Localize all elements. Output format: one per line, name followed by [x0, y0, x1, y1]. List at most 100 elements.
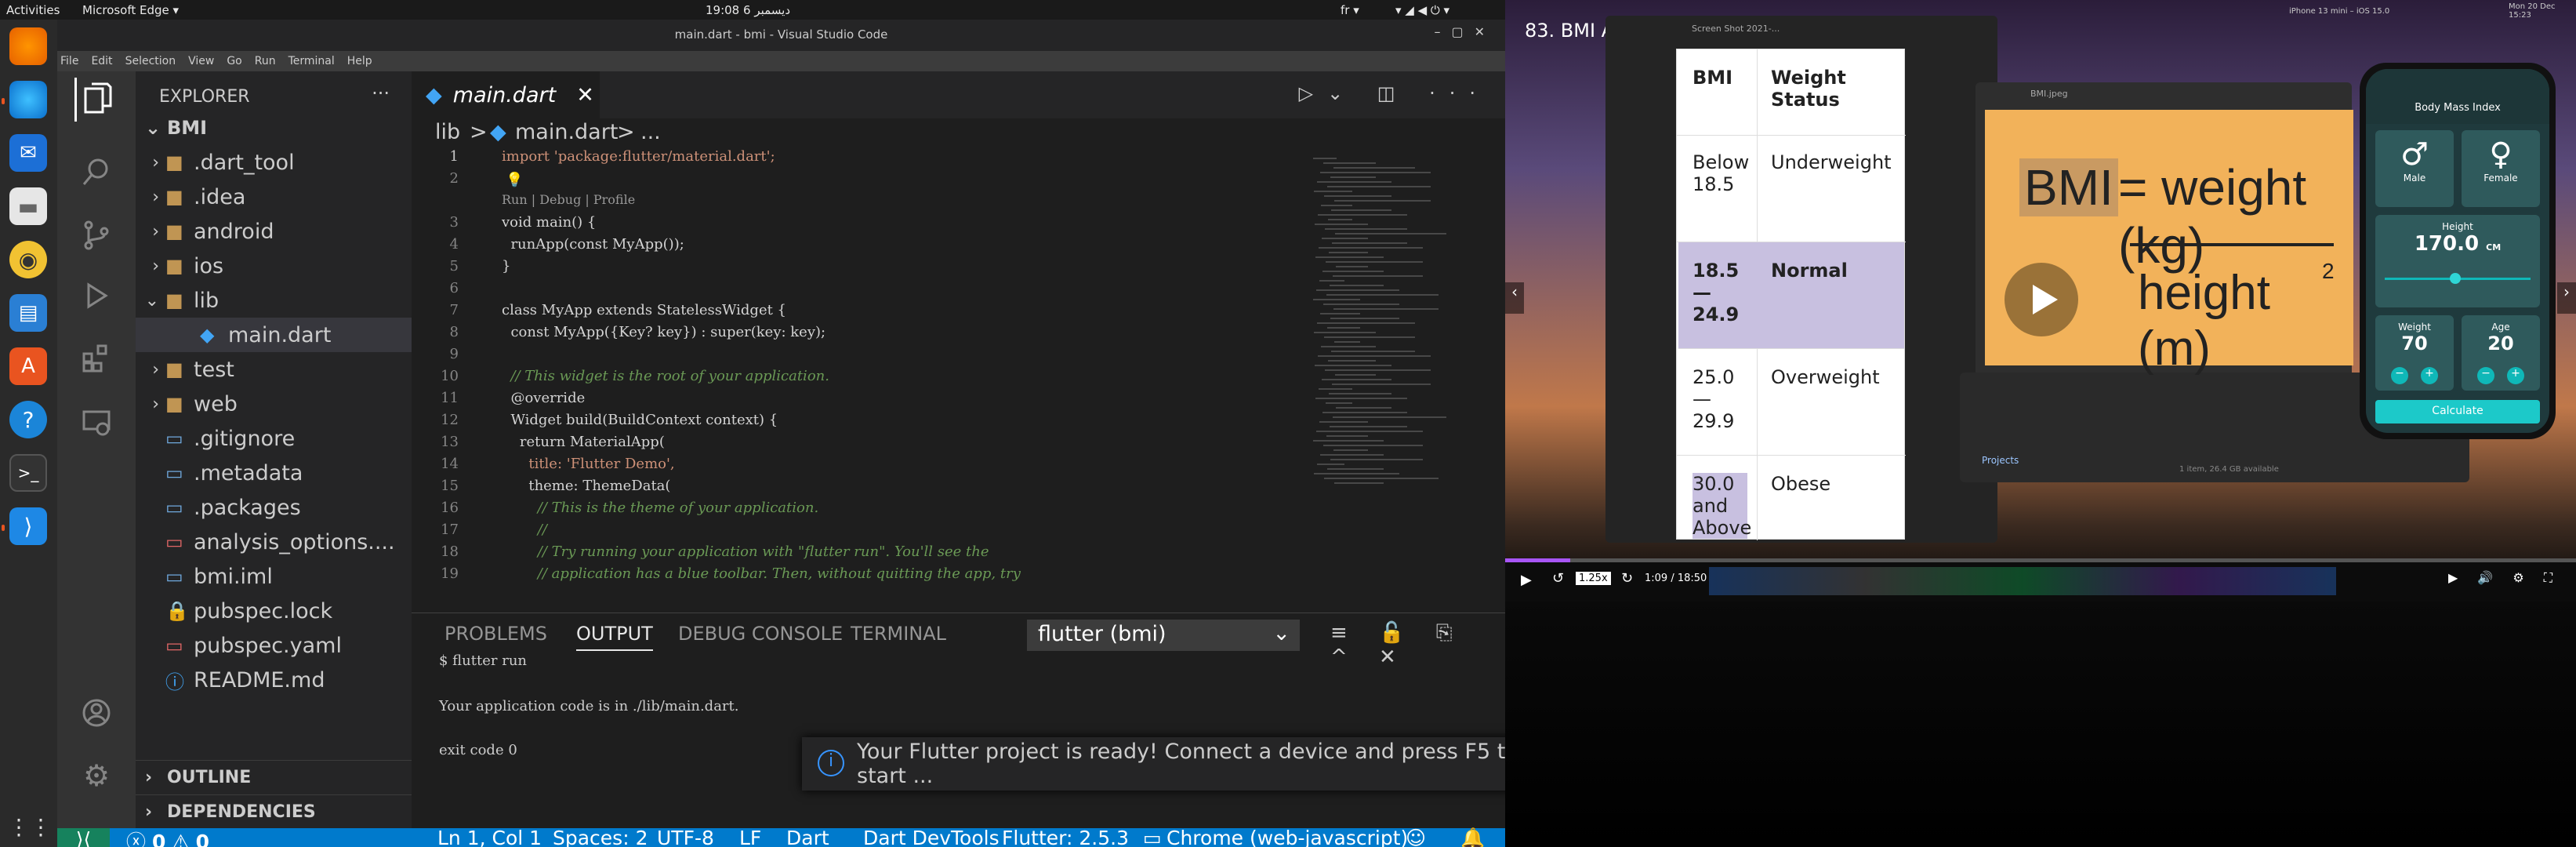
breadcrumb-lib[interactable]: lib: [435, 120, 460, 144]
menu-item[interactable]: View: [188, 55, 214, 67]
video-settings-icons[interactable]: ▶ 🔊 ⚙ ⛶: [2448, 570, 2560, 586]
panel-tab[interactable]: DEBUG CONSOLE: [678, 623, 843, 645]
remote-indicator-icon[interactable]: ⟩⟨: [57, 828, 110, 847]
files-icon[interactable]: ▬: [9, 187, 47, 225]
indentation[interactable]: Spaces: 2: [553, 827, 648, 847]
calculate-button[interactable]: Calculate: [2375, 400, 2540, 424]
panel-tab[interactable]: OUTPUT: [576, 623, 653, 651]
tree-item[interactable]: › ■ web: [136, 387, 412, 421]
firefox-icon[interactable]: [9, 27, 47, 65]
tree-item[interactable]: › ■ .idea: [136, 180, 412, 214]
workspace-root[interactable]: ⌄ BMI: [136, 111, 412, 145]
panel-actions[interactable]: ≡ 🔓 ⎘ ^ ✕: [1330, 621, 1505, 669]
notification-toast[interactable]: i Your Flutter project is ready! Connect…: [802, 737, 1519, 791]
forward-icon[interactable]: ↻: [1621, 570, 1633, 587]
age-plus-button[interactable]: +: [2507, 367, 2524, 384]
remote-explorer-icon[interactable]: [74, 401, 118, 445]
tree-item[interactable]: ⌄ ■ lib: [136, 283, 412, 318]
play-button-icon[interactable]: ▶: [1521, 572, 1532, 588]
end-of-line[interactable]: LF: [739, 827, 761, 847]
rhythmbox-icon[interactable]: ◉: [9, 241, 47, 278]
dependencies-section[interactable]: › DEPENDENCIES: [136, 794, 412, 829]
menu-item[interactable]: Run: [255, 55, 276, 67]
editor-actions[interactable]: ▷⌄ ◫ ···: [1299, 82, 1489, 104]
panel-tab[interactable]: TERMINAL: [851, 623, 946, 645]
breadcrumb-symbol[interactable]: ...: [640, 120, 661, 144]
age-minus-button[interactable]: −: [2477, 367, 2494, 384]
male-card[interactable]: ♂ Male: [2375, 130, 2454, 207]
weight-minus-button[interactable]: −: [2391, 367, 2408, 384]
tree-item[interactable]: › ■ android: [136, 214, 412, 249]
female-card[interactable]: ♀ Female: [2462, 130, 2540, 207]
codelens[interactable]: Run | Debug | Profile: [502, 192, 635, 207]
menu-item[interactable]: Help: [347, 55, 372, 67]
tree-item[interactable]: › ■ test: [136, 352, 412, 387]
close-tab-icon[interactable]: ✕: [576, 83, 594, 107]
activities-button[interactable]: Activities: [6, 3, 60, 17]
encoding[interactable]: UTF-8: [657, 827, 714, 847]
help-icon[interactable]: ?: [9, 401, 47, 438]
outline-section[interactable]: › OUTLINE: [136, 760, 412, 794]
height-slider-thumb[interactable]: [2450, 273, 2461, 284]
prev-arrow-icon[interactable]: ‹: [1505, 282, 1524, 314]
lightbulb-icon[interactable]: 💡: [506, 172, 523, 188]
tree-item[interactable]: ▭ .packages: [136, 490, 412, 525]
tree-item[interactable]: ▭ bmi.iml: [136, 559, 412, 594]
menu-item[interactable]: Selection: [125, 55, 176, 67]
window-controls[interactable]: –▢✕: [1434, 24, 1496, 39]
tree-item[interactable]: ⓘ README.md: [136, 663, 412, 697]
source-control-icon[interactable]: [74, 213, 118, 256]
vscode-icon[interactable]: ⟩: [9, 507, 47, 545]
menu-item[interactable]: Terminal: [288, 55, 335, 67]
input-language[interactable]: fr ▾: [1341, 3, 1359, 17]
extensions-icon[interactable]: [74, 336, 118, 380]
manage-gear-icon[interactable]: ⚙: [74, 754, 118, 798]
accounts-icon[interactable]: [74, 691, 118, 735]
weight-plus-button[interactable]: +: [2421, 367, 2438, 384]
problems-indicator[interactable]: ⓧ 0 ⚠ 0: [126, 827, 209, 847]
language-mode[interactable]: Dart: [786, 827, 829, 847]
flutter-version[interactable]: Flutter: 2.5.3: [1002, 827, 1129, 847]
run-debug-icon[interactable]: [74, 274, 118, 318]
tree-item[interactable]: ◆ main.dart: [136, 318, 412, 352]
explorer-more-icon[interactable]: ···: [372, 82, 390, 104]
speed-button[interactable]: 1.25x: [1576, 572, 1611, 585]
menu-item[interactable]: Edit: [91, 55, 112, 67]
show-apps-icon[interactable]: ⋮⋮: [8, 808, 52, 845]
menu-item[interactable]: File: [60, 55, 78, 67]
tree-item[interactable]: ▭ analysis_options....: [136, 525, 412, 559]
tree-item[interactable]: ▭ .metadata: [136, 456, 412, 490]
tree-item[interactable]: ▭ .gitignore: [136, 421, 412, 456]
tree-item[interactable]: › ■ .dart_tool: [136, 145, 412, 180]
rewind-icon[interactable]: ↺: [1552, 570, 1564, 587]
notifications-bell-icon[interactable]: 🔔: [1460, 827, 1485, 847]
panel-tab[interactable]: PROBLEMS: [444, 623, 547, 645]
terminal-icon[interactable]: >_: [9, 454, 47, 492]
writer-icon[interactable]: ▤: [9, 294, 47, 332]
minimap[interactable]: [1313, 158, 1454, 511]
output-channel-select[interactable]: flutter (bmi) ⌄: [1027, 620, 1300, 651]
device-icon[interactable]: ▭: [1143, 827, 1162, 847]
feedback-icon[interactable]: ☺: [1406, 827, 1426, 847]
tree-item[interactable]: › ■ ios: [136, 249, 412, 283]
clock[interactable]: 19:08 6 دیسمبر: [706, 3, 790, 17]
edge-icon[interactable]: [9, 81, 47, 118]
cursor-position[interactable]: Ln 1, Col 1: [437, 827, 542, 847]
tree-item[interactable]: ▭ pubspec.yaml: [136, 628, 412, 663]
explorer-icon[interactable]: [74, 78, 118, 122]
next-arrow-icon[interactable]: ›: [2557, 282, 2576, 314]
dart-devtools[interactable]: Dart DevTools: [863, 827, 1000, 847]
focused-app-menu[interactable]: Microsoft Edge ▾: [82, 3, 179, 17]
network-icon[interactable]: ▾ ◢ ◀ ⏻ ▾: [1395, 3, 1449, 17]
tree-item[interactable]: 🔒 pubspec.lock: [136, 594, 412, 628]
breadcrumb-file[interactable]: main.dart: [515, 120, 618, 144]
mail-icon[interactable]: ✉: [9, 134, 47, 172]
software-icon[interactable]: A: [9, 347, 47, 385]
play-icon[interactable]: [2005, 263, 2078, 336]
menu-item[interactable]: Go: [227, 55, 241, 67]
code-line: Widget build(BuildContext context) {: [502, 412, 778, 428]
finder-status: 1 item, 26.4 GB available: [2179, 465, 2279, 474]
target-device[interactable]: Chrome (web-javascript): [1166, 827, 1408, 847]
tab-main-dart[interactable]: ◆ main.dart ✕: [412, 71, 600, 118]
search-icon[interactable]: [74, 150, 118, 194]
